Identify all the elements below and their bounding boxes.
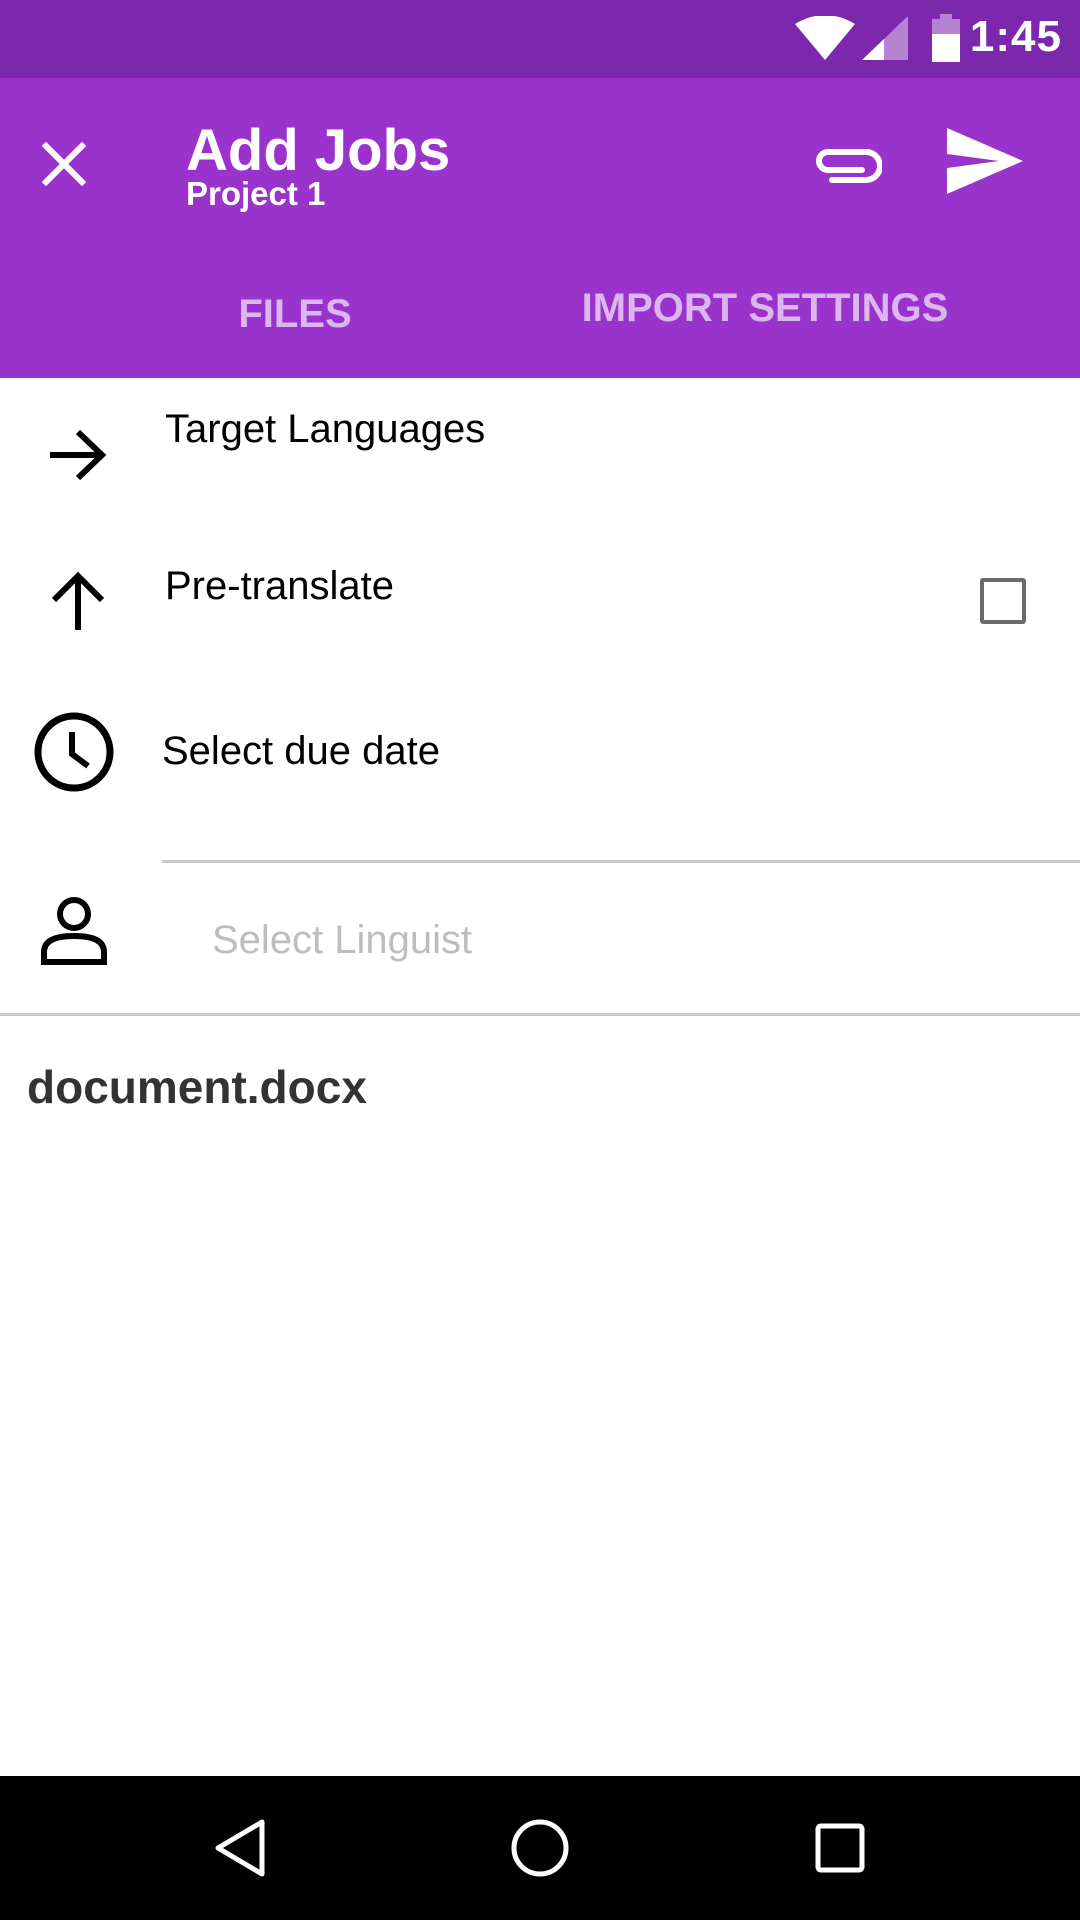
pretranslate-row: Pre-translate bbox=[0, 530, 1080, 660]
attach-button[interactable] bbox=[806, 124, 886, 204]
battery-icon bbox=[932, 14, 960, 62]
file-list-item[interactable]: document.docx bbox=[27, 1060, 367, 1114]
pretranslate-label: Pre-translate bbox=[165, 564, 394, 608]
navigation-bar bbox=[0, 1776, 1080, 1920]
tab-bar: FILES IMPORT SETTINGS bbox=[0, 238, 1080, 378]
recents-icon bbox=[815, 1823, 865, 1873]
due-date-underline bbox=[162, 860, 1080, 863]
status-bar: 1:45 bbox=[0, 0, 1080, 78]
due-date-row[interactable]: Select due date bbox=[0, 690, 1080, 860]
form-divider bbox=[0, 1013, 1080, 1016]
home-icon bbox=[511, 1819, 569, 1877]
pretranslate-checkbox[interactable] bbox=[980, 578, 1026, 624]
page-subtitle: Project 1 bbox=[186, 175, 326, 212]
home-button[interactable] bbox=[490, 1798, 590, 1898]
attach-icon bbox=[816, 149, 882, 183]
cell-signal-icon bbox=[862, 16, 908, 60]
wifi-icon bbox=[795, 16, 855, 60]
screen: 1:45 Add Jobs Project 1 FILES IMPORT SET… bbox=[0, 0, 1080, 1920]
person-icon bbox=[41, 897, 107, 965]
recents-button[interactable] bbox=[790, 1798, 890, 1898]
send-button[interactable] bbox=[940, 116, 1030, 206]
close-button[interactable] bbox=[28, 128, 100, 200]
status-time: 1:45 bbox=[969, 12, 1062, 61]
arrow-upward-icon bbox=[51, 571, 105, 630]
due-date-label: Select due date bbox=[162, 729, 440, 773]
tab-files[interactable]: FILES bbox=[0, 244, 590, 384]
close-icon bbox=[42, 142, 86, 186]
clock-icon bbox=[34, 712, 114, 792]
app-bar: Add Jobs Project 1 FILES IMPORT SETTINGS bbox=[0, 78, 1080, 378]
target-languages-row[interactable]: Target Languages bbox=[0, 378, 1080, 518]
tab-import-settings[interactable]: IMPORT SETTINGS bbox=[540, 238, 990, 378]
target-languages-label: Target Languages bbox=[165, 407, 486, 451]
send-icon bbox=[947, 128, 1023, 194]
arrow-forward-icon bbox=[50, 429, 107, 481]
back-button[interactable] bbox=[190, 1798, 290, 1898]
linguist-input[interactable] bbox=[212, 910, 1012, 970]
back-icon bbox=[215, 1819, 265, 1877]
